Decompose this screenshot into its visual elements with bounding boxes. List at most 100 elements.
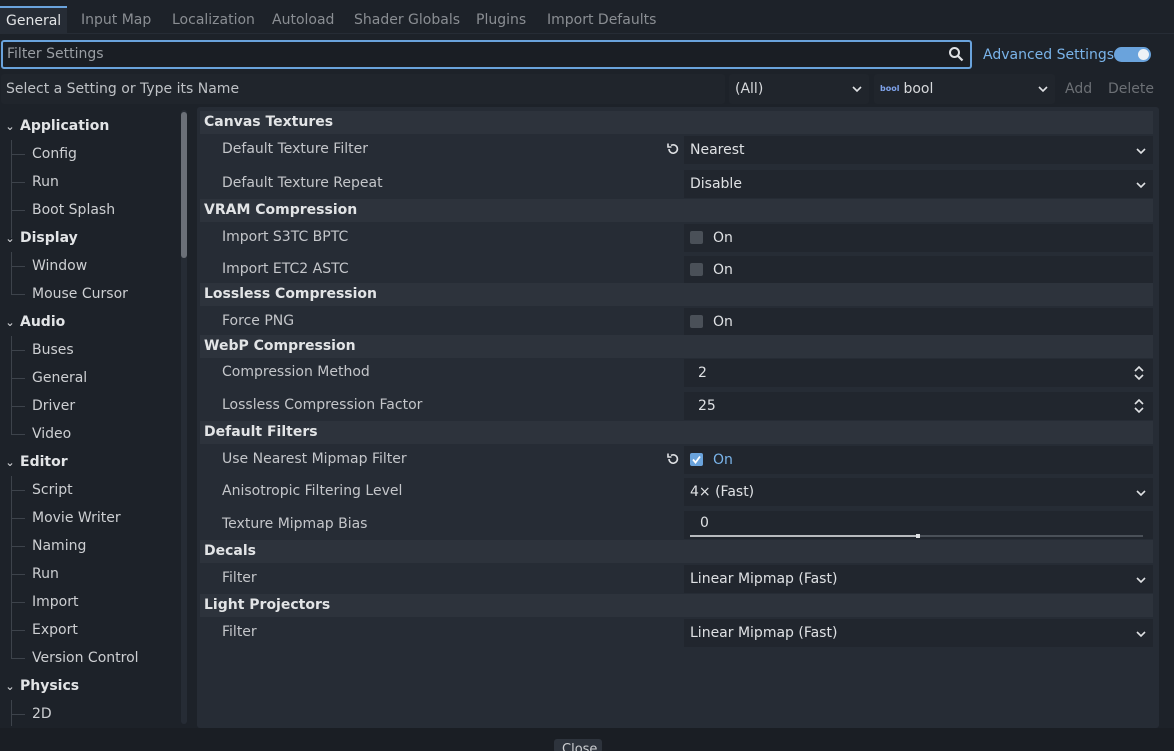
chevron-down-icon: ⌄ bbox=[5, 680, 15, 693]
tree-item-general[interactable]: General bbox=[0, 364, 87, 392]
tree-item-mouse-cursor[interactable]: Mouse Cursor bbox=[0, 280, 128, 308]
tree-item-script[interactable]: Script bbox=[0, 476, 73, 504]
setting-row-default-texture-filter: Default Texture Filter Nearest bbox=[200, 134, 1153, 165]
setting-label: Import ETC2 ASTC bbox=[222, 261, 349, 277]
force-png-checkbox[interactable]: On bbox=[684, 308, 1153, 336]
chevron-down-icon bbox=[852, 86, 862, 93]
tree-item-window[interactable]: Window bbox=[0, 252, 87, 280]
tree-item-run[interactable]: Run bbox=[0, 560, 59, 588]
tree-item-2d[interactable]: 2D bbox=[0, 700, 52, 726]
light-projectors-filter-dropdown[interactable]: Linear Mipmap (Fast) bbox=[684, 619, 1153, 647]
section-lossless-compression: Lossless Compression bbox=[200, 283, 1153, 306]
chevron-down-icon: ⌄ bbox=[5, 316, 15, 329]
updown-arrows-icon[interactable] bbox=[1133, 398, 1145, 414]
chevron-down-icon: ⌄ bbox=[5, 456, 15, 469]
chevron-down-icon: ⌄ bbox=[5, 232, 15, 245]
type-dropdown[interactable]: bool bool bbox=[874, 74, 1055, 104]
tree-category-audio[interactable]: ⌄ Audio bbox=[0, 308, 65, 336]
tab-autoload[interactable]: Autoload bbox=[266, 6, 340, 34]
compression-method-spinbox[interactable]: 2 bbox=[684, 359, 1153, 387]
tree-item-version-control[interactable]: Version Control bbox=[0, 644, 139, 672]
tree-item-naming[interactable]: Naming bbox=[0, 532, 86, 560]
setting-name-placeholder: Select a Setting or Type its Name bbox=[6, 81, 240, 97]
delete-button[interactable]: Delete bbox=[1108, 74, 1154, 104]
tab-input-map[interactable]: Input Map bbox=[75, 6, 157, 34]
checkbox-icon bbox=[690, 262, 703, 276]
add-button[interactable]: Add bbox=[1065, 74, 1092, 104]
tab-shader-globals[interactable]: Shader Globals bbox=[348, 6, 466, 34]
chevron-down-icon: ⌄ bbox=[5, 120, 15, 133]
sidebar-scrollbar-thumb[interactable] bbox=[181, 112, 187, 258]
tab-import-defaults[interactable]: Import Defaults bbox=[541, 6, 662, 34]
setting-row-force-png: Force PNG On bbox=[200, 306, 1153, 337]
tree-item-export[interactable]: Export bbox=[0, 616, 78, 644]
tree-item-driver[interactable]: Driver bbox=[0, 392, 75, 420]
setting-row-anisotropic-filtering-level: Anisotropic Filtering Level 4× (Fast) bbox=[200, 476, 1153, 507]
default-texture-filter-dropdown[interactable]: Nearest bbox=[684, 136, 1153, 164]
search-icon[interactable] bbox=[948, 46, 964, 62]
lossless-factor-spinbox[interactable]: 25 bbox=[684, 392, 1153, 420]
slider-fill bbox=[690, 535, 918, 537]
window-right-edge bbox=[1163, 34, 1174, 728]
tree-item-video[interactable]: Video bbox=[0, 420, 71, 448]
advanced-settings-label[interactable]: Advanced Settings bbox=[983, 45, 1114, 65]
checkbox-label: On bbox=[713, 452, 733, 468]
setting-label: Texture Mipmap Bias bbox=[222, 516, 368, 532]
tree-category-physics[interactable]: ⌄ Physics bbox=[0, 672, 79, 700]
chevron-down-icon bbox=[1136, 577, 1146, 584]
setting-row-texture-mipmap-bias: Texture Mipmap Bias 0 bbox=[200, 509, 1153, 540]
use-nearest-mipmap-checkbox[interactable]: On bbox=[684, 446, 1153, 474]
revert-icon[interactable] bbox=[666, 142, 680, 156]
type-value: bool bbox=[903, 81, 934, 97]
tree-item-import[interactable]: Import bbox=[0, 588, 78, 616]
filter-settings-placeholder: Filter Settings bbox=[7, 46, 104, 62]
scope-dropdown[interactable]: (All) bbox=[729, 74, 869, 104]
tab-plugins[interactable]: Plugins bbox=[470, 6, 532, 34]
setting-label: Use Nearest Mipmap Filter bbox=[222, 451, 407, 467]
decals-filter-dropdown[interactable]: Linear Mipmap (Fast) bbox=[684, 565, 1153, 593]
tree-category-application[interactable]: ⌄ Application bbox=[0, 112, 109, 140]
setting-name-input[interactable]: Select a Setting or Type its Name bbox=[1, 74, 725, 104]
tree-item-movie-writer[interactable]: Movie Writer bbox=[0, 504, 121, 532]
tree-category-editor[interactable]: ⌄ Editor bbox=[0, 448, 67, 476]
spinbox-value: 25 bbox=[698, 398, 716, 414]
close-button[interactable]: Close bbox=[554, 739, 602, 751]
setting-label: Force PNG bbox=[222, 313, 295, 329]
tree-item-buses[interactable]: Buses bbox=[0, 336, 74, 364]
tree-item-boot-splash[interactable]: Boot Splash bbox=[0, 196, 115, 224]
filter-settings-input[interactable]: Filter Settings bbox=[1, 40, 972, 69]
tree-category-display[interactable]: ⌄ Display bbox=[0, 224, 77, 252]
tree-category-label: Physics bbox=[20, 678, 80, 694]
setting-label: Filter bbox=[222, 570, 257, 586]
toggle-knob bbox=[1138, 49, 1149, 60]
checkbox-label: On bbox=[713, 262, 733, 278]
setting-row-default-texture-repeat: Default Texture Repeat Disable bbox=[200, 168, 1153, 199]
setting-label: Filter bbox=[222, 624, 257, 640]
default-texture-repeat-dropdown[interactable]: Disable bbox=[684, 170, 1153, 198]
scope-value: (All) bbox=[735, 81, 764, 97]
anisotropic-level-dropdown[interactable]: 4× (Fast) bbox=[684, 478, 1153, 506]
tree-item-config[interactable]: Config bbox=[0, 140, 77, 168]
section-vram-compression: VRAM Compression bbox=[200, 199, 1153, 222]
setting-row-compression-method: Compression Method 2 bbox=[200, 357, 1153, 388]
tree-item-run[interactable]: Run bbox=[0, 168, 59, 196]
tree-category-label: Application bbox=[20, 118, 110, 134]
chevron-down-icon bbox=[1136, 148, 1146, 155]
section-light-projectors: Light Projectors bbox=[200, 594, 1153, 617]
tree-category-label: Audio bbox=[20, 314, 66, 330]
section-default-filters: Default Filters bbox=[200, 421, 1153, 444]
advanced-settings-toggle[interactable] bbox=[1114, 47, 1151, 62]
bool-type-icon: bool bbox=[880, 84, 900, 93]
tab-general[interactable]: General bbox=[0, 6, 68, 34]
tab-localization[interactable]: Localization bbox=[166, 6, 261, 34]
setting-row-light-projectors-filter: Filter Linear Mipmap (Fast) bbox=[200, 617, 1153, 648]
chevron-down-icon bbox=[1038, 86, 1048, 93]
import-etc2-astc-checkbox[interactable]: On bbox=[684, 256, 1153, 284]
setting-row-lossless-compression-factor: Lossless Compression Factor 25 bbox=[200, 390, 1153, 421]
tab-bar: General Input Map Localization Autoload … bbox=[0, 0, 1174, 34]
slider-handle[interactable] bbox=[916, 534, 920, 538]
revert-icon[interactable] bbox=[666, 452, 680, 466]
import-s3tc-bptc-checkbox[interactable]: On bbox=[684, 224, 1153, 252]
updown-arrows-icon[interactable] bbox=[1133, 365, 1145, 381]
mipmap-bias-slider[interactable]: 0 bbox=[684, 511, 1153, 539]
